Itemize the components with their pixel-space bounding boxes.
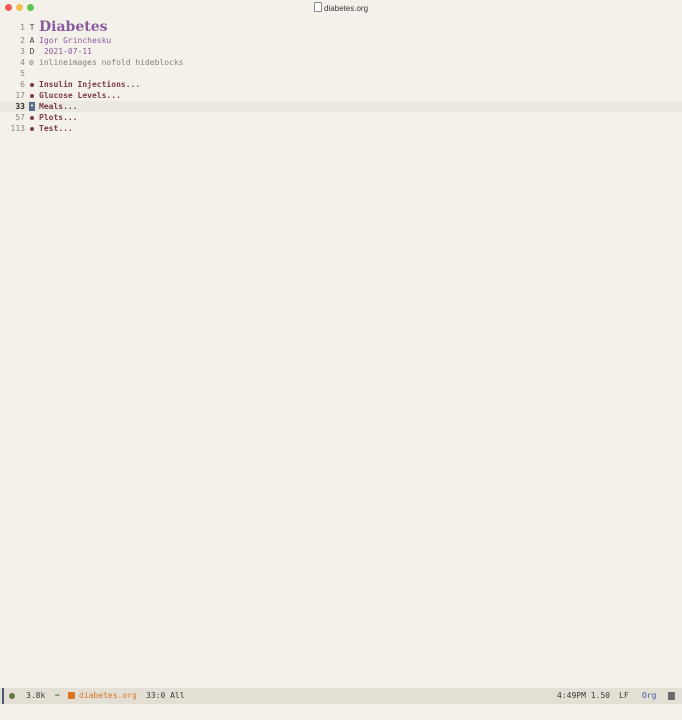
line-startup[interactable]: 4 ⚙ inlineimages nofold hideblocks xyxy=(0,57,682,68)
line-number: 5 xyxy=(20,69,25,78)
heading-text: Test... xyxy=(39,124,73,133)
heading-bullet-icon xyxy=(30,94,34,98)
window-title-text: diabetes.org xyxy=(323,4,369,13)
mode-line: 3.8k ➦ diabetes.org 33:0 All 4:49PM 1.50… xyxy=(0,688,682,704)
window-titlebar: diabetes.org xyxy=(0,0,682,15)
line-number: 57 xyxy=(15,113,25,122)
heading-bullet-icon xyxy=(30,127,34,131)
minibuffer[interactable] xyxy=(0,706,682,720)
line-date[interactable]: 3 D 2021-07-11 xyxy=(0,46,682,57)
startup-options-text: inlineimages nofold hideblocks xyxy=(39,58,184,67)
line-blank[interactable]: 5 xyxy=(0,68,682,79)
line-number: 3 xyxy=(20,47,25,56)
line-number: 6 xyxy=(20,80,25,89)
heading-bullet-icon xyxy=(30,83,34,87)
time-and-load: 4:49PM 1.50 xyxy=(557,691,610,700)
line-number: 2 xyxy=(20,36,25,45)
heading-text: Plots... xyxy=(39,113,78,122)
gear-icon: ⚙ xyxy=(29,58,34,67)
buffer-size: 3.8k xyxy=(26,691,46,700)
date-marker: D xyxy=(29,47,35,56)
heading-text: Meals... xyxy=(39,102,78,111)
document-icon xyxy=(313,2,322,12)
line-number: 33 xyxy=(15,102,25,111)
author-marker: A xyxy=(29,36,35,45)
heading-glucose-levels[interactable]: 17 Glucose Levels... xyxy=(0,90,682,101)
cursor-position: 33:0 All xyxy=(146,691,185,700)
status-dot-icon xyxy=(9,693,15,699)
text-cursor: • xyxy=(29,102,35,111)
line-author[interactable]: 2 A Igor Grinchesku xyxy=(0,35,682,46)
heading-plots[interactable]: 57 Plots... xyxy=(0,112,682,123)
title-marker: T xyxy=(29,23,35,32)
save-icon[interactable] xyxy=(68,692,75,699)
line-number: 4 xyxy=(20,58,25,67)
line-ending[interactable]: LF xyxy=(619,688,629,704)
heading-bullet-icon xyxy=(30,116,34,120)
line-number: 1 xyxy=(20,23,25,32)
line-number: 17 xyxy=(15,91,25,100)
heading-test[interactable]: 113 Test... xyxy=(0,123,682,134)
buffer-filename[interactable]: diabetes.org xyxy=(79,688,137,704)
heading-text: Insulin Injections... xyxy=(39,80,141,89)
active-window-indicator xyxy=(2,688,4,704)
editor-buffer[interactable]: 1 T Diabetes 2 A Igor Grinchesku 3 D 202… xyxy=(0,20,682,134)
major-mode[interactable]: Org xyxy=(642,688,656,704)
file-icon xyxy=(668,692,675,700)
document-title: Diabetes xyxy=(39,19,108,35)
heading-text: Glucose Levels... xyxy=(39,91,121,100)
heading-meals[interactable]: 33 • Meals... xyxy=(0,101,682,112)
line-number: 113 xyxy=(10,124,25,133)
date-text: 2021-07-11 xyxy=(39,47,92,56)
vcs-icon: ➦ xyxy=(55,691,60,700)
line-title[interactable]: 1 T Diabetes xyxy=(0,20,682,35)
window-title: diabetes.org xyxy=(0,2,682,13)
heading-insulin-injections[interactable]: 6 Insulin Injections... xyxy=(0,79,682,90)
author-text: Igor Grinchesku xyxy=(39,36,112,45)
